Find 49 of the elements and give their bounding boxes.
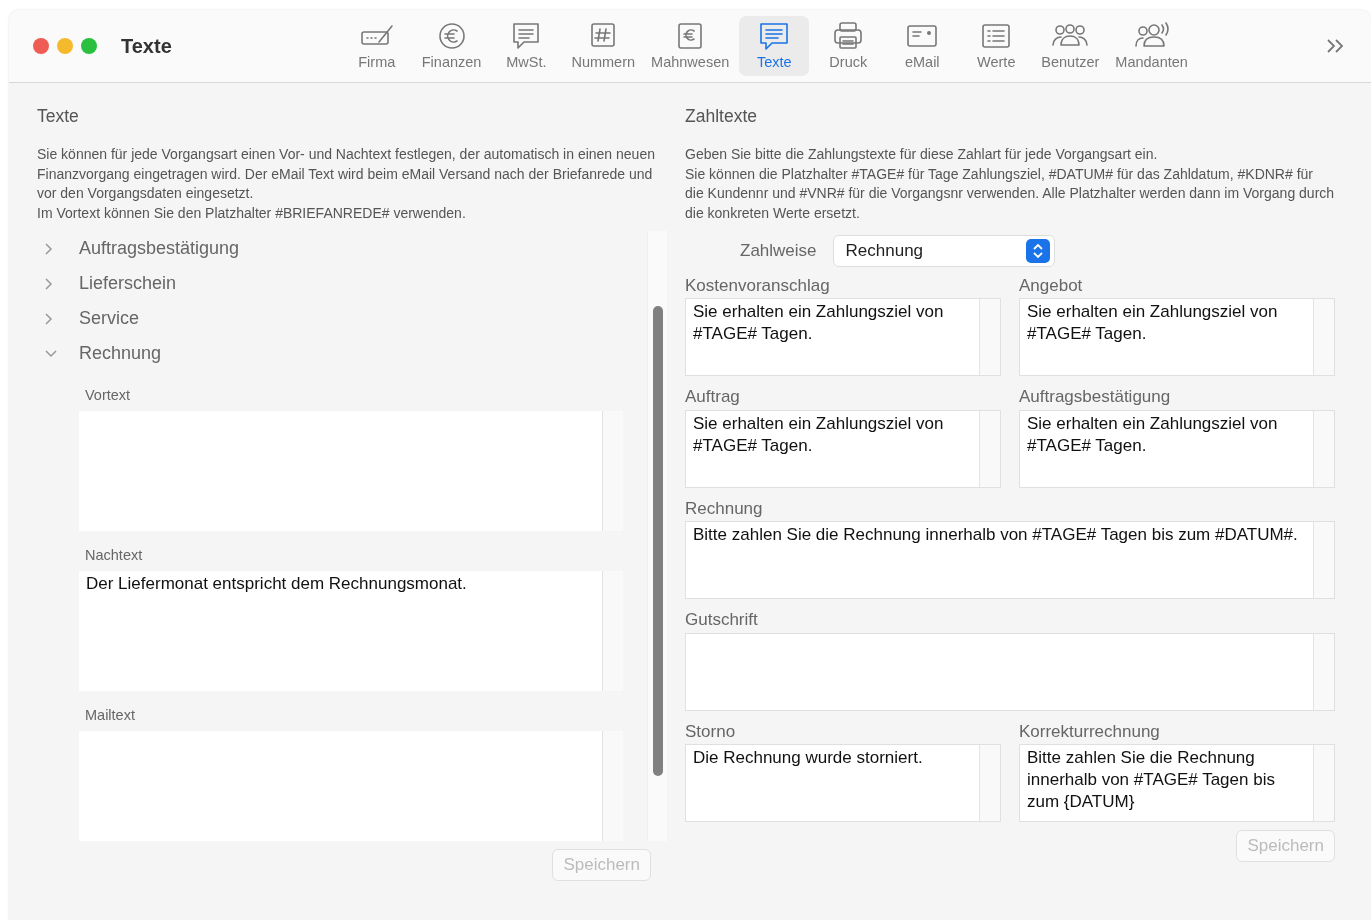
tree-item[interactable]: Lieferschein xyxy=(79,270,177,298)
toolbar-tab[interactable]: MwSt. xyxy=(491,16,562,76)
toolbar-tab[interactable]: Finanzen xyxy=(415,16,488,76)
description-text: Geben Sie bitte die Zahlungstexte für diese Zahlart für jede Vorgangsart ein. Sie können die Platzhalter #TAGE# für Tage Zahlungsziel, #DATUM# für das Zahldatum, #KDNR# für die Kundennr und #VNR# für die Vorgangsnr verwenden. Alle Platzhalter werden dann im Vorgang durch die konkreten Werte ersetzt. xyxy=(685,145,1335,223)
text-area[interactable]: Sie erhalten ein Zahlungsziel von #TAGE# Tagen. xyxy=(1019,409,1335,488)
text-area[interactable] xyxy=(79,730,623,842)
toolbar-tab[interactable]: Werte xyxy=(961,16,1032,76)
section-title: Texte xyxy=(37,105,80,128)
field-label: Mailtext xyxy=(85,705,136,725)
toolbar-tab[interactable]: Nummern xyxy=(565,16,642,76)
payment-dropdown[interactable]: Rechnung xyxy=(832,235,1055,267)
field-label: Rechnung xyxy=(685,497,764,520)
field-label: Auftrag xyxy=(685,386,741,409)
minimize-button[interactable] xyxy=(57,38,73,54)
dropdown-chevron-icon xyxy=(1025,239,1050,263)
field-label: Auftragsbestätigung xyxy=(1019,386,1172,409)
close-button[interactable] xyxy=(33,38,49,54)
tree-item[interactable]: Rechnung xyxy=(79,340,162,368)
field-label: Vortext xyxy=(85,386,132,406)
text-area[interactable]: Sie erhalten ein Zahlungsziel von #TAGE# Tagen. xyxy=(685,409,1001,488)
field-label: Zahlweise xyxy=(740,240,817,263)
text-area[interactable] xyxy=(79,411,623,531)
section-title: Zahltexte xyxy=(685,105,758,128)
toolbar-tab[interactable]: Firma xyxy=(341,16,412,76)
text-area[interactable]: Sie erhalten ein Zahlungsziel von #TAGE# Tagen. xyxy=(685,298,1001,377)
text-area[interactable] xyxy=(685,632,1335,711)
toolbar-tab[interactable]: Mahnwesen xyxy=(645,16,736,76)
text-area[interactable]: Bitte zahlen Sie die Rechnung innerhalb von #TAGE# Tagen bis zum {DATUM} xyxy=(1019,744,1335,823)
field-label: Storno xyxy=(685,720,737,743)
toolbar-tab[interactable]: eMail xyxy=(887,16,958,76)
field-label: Kostenvoranschlag xyxy=(685,274,831,297)
toolbar-tab[interactable]: Mandanten xyxy=(1109,16,1194,76)
tree-item[interactable]: Service xyxy=(79,305,140,333)
zoom-button[interactable] xyxy=(81,38,97,54)
field-label: Nachtext xyxy=(85,546,144,565)
field-label: Korrekturrechnung xyxy=(1019,720,1161,743)
field-label: Gutschrift xyxy=(685,609,759,632)
toolbar-tab[interactable]: Druck xyxy=(813,16,884,76)
text-area[interactable]: Bitte zahlen Sie die Rechnung innerhalb von #TAGE# Tagen bis zum #DATUM#. xyxy=(685,521,1335,600)
window-title: Texte xyxy=(121,34,172,59)
text-area[interactable]: Sie erhalten ein Zahlungsziel von #TAGE# Tagen. xyxy=(1019,298,1335,377)
toolbar-tab[interactable]: Benutzer xyxy=(1035,16,1106,76)
text-area[interactable]: Die Rechnung wurde storniert. xyxy=(685,744,1001,823)
toolbar-tab[interactable]: Texte xyxy=(739,16,810,76)
field-label: Angebot xyxy=(1019,274,1084,297)
scroll-bar[interactable] xyxy=(647,231,667,842)
text-area[interactable]: Der Liefermonat entspricht dem Rechnungsmonat. xyxy=(79,570,623,691)
description-text: Sie können für jede Vorgangsart einen Vor- und Nachtext festlegen, der automatisch in einen neuen Finanzvorgang eingetragen wird. Der eMail Text wird beim eMail Versand nach der Briefanrede und vor den Vorgangsdaten eingesetzt. Im Vortext können Sie den Platzhalter #BRIEFANREDE# verwenden. xyxy=(37,145,656,223)
tree-item[interactable]: Auftragsbestätigung xyxy=(79,235,240,263)
